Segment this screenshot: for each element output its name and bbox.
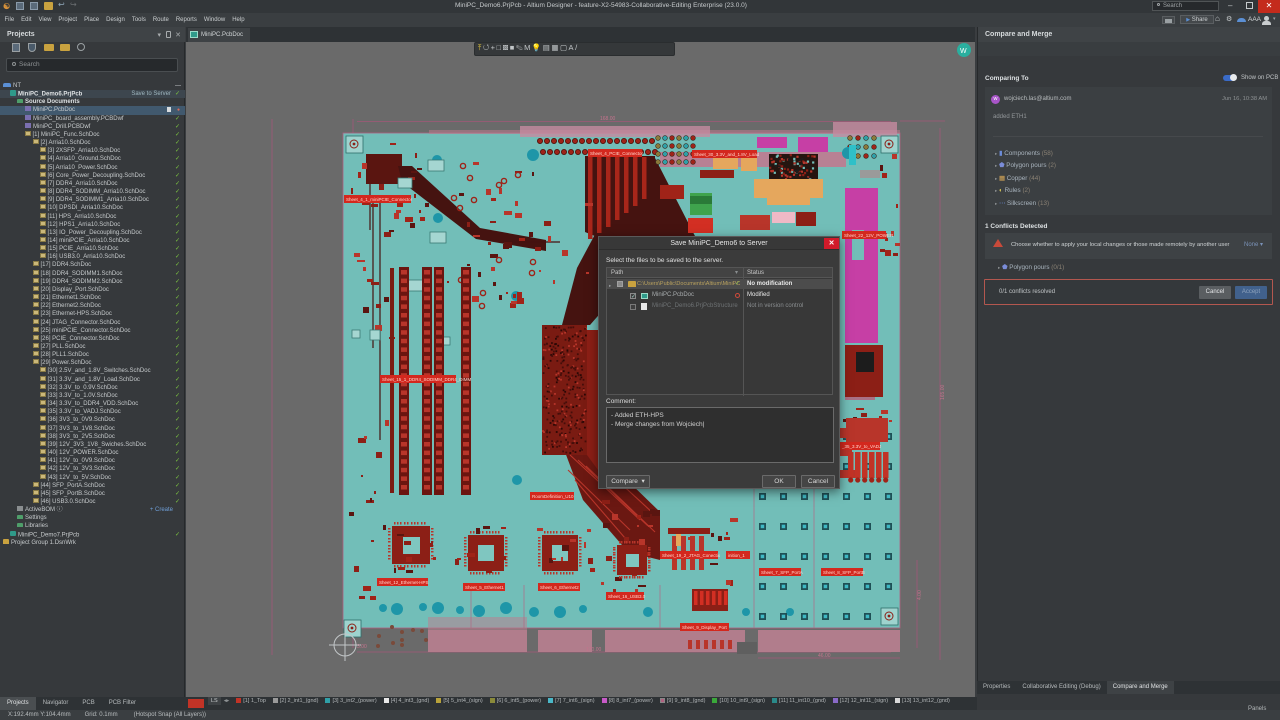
svg-text:170.00: 170.00 bbox=[586, 647, 602, 653]
svg-text:inition_1: inition_1 bbox=[728, 553, 745, 558]
svg-text:Sheet_15_1_DDR4_SODIMM_DDR4_DI: Sheet_15_1_DDR4_SODIMM_DDR4_DIMM bbox=[382, 377, 472, 382]
svg-text:4.00: 4.00 bbox=[917, 590, 923, 600]
svg-text:Sheet_16_USB3.0: Sheet_16_USB3.0 bbox=[608, 594, 646, 599]
svg-text:Sheet_9_Display_Port: Sheet_9_Display_Port bbox=[682, 625, 728, 630]
svg-text:Sheet_30_3.3V_and_1.8V_Load: Sheet_30_3.3V_and_1.8V_Load bbox=[694, 152, 760, 157]
svg-text:3.00: 3.00 bbox=[357, 644, 367, 650]
svg-text:Sheet_22_12V_POWER: Sheet_22_12V_POWER bbox=[844, 233, 894, 238]
svg-text:Sheet_4_1_miniPCIE_Connector: Sheet_4_1_miniPCIE_Connector bbox=[346, 197, 413, 202]
svg-text:RoomDefinition_U10: RoomDefinition_U10 bbox=[532, 494, 574, 499]
svg-text:_35_3.3V_to_VADJ: _35_3.3V_to_VADJ bbox=[841, 444, 881, 449]
svg-text:Sheet_8_SFP_PortB: Sheet_8_SFP_PortB bbox=[823, 570, 865, 575]
svg-text:Sheet_7_SFP_PortA: Sheet_7_SFP_PortA bbox=[761, 570, 803, 575]
svg-text:Sheet_4_PCIE_Connector: Sheet_4_PCIE_Connector bbox=[590, 151, 644, 156]
svg-text:165.00: 165.00 bbox=[940, 384, 946, 400]
svg-text:W: W bbox=[960, 48, 967, 55]
svg-text:Sheet_5_Ethernet1: Sheet_5_Ethernet1 bbox=[465, 585, 504, 590]
svg-text:168.00: 168.00 bbox=[600, 116, 616, 122]
svg-text:46.00: 46.00 bbox=[818, 653, 831, 659]
svg-text:Sheet_6_Ethernet2: Sheet_6_Ethernet2 bbox=[540, 585, 579, 590]
svg-text:Sheet_19_2_JTAG_Conectix: Sheet_19_2_JTAG_Conectix bbox=[662, 553, 721, 558]
svg-text:Sheet_12_Ethernet-HPS: Sheet_12_Ethernet-HPS bbox=[379, 580, 429, 585]
